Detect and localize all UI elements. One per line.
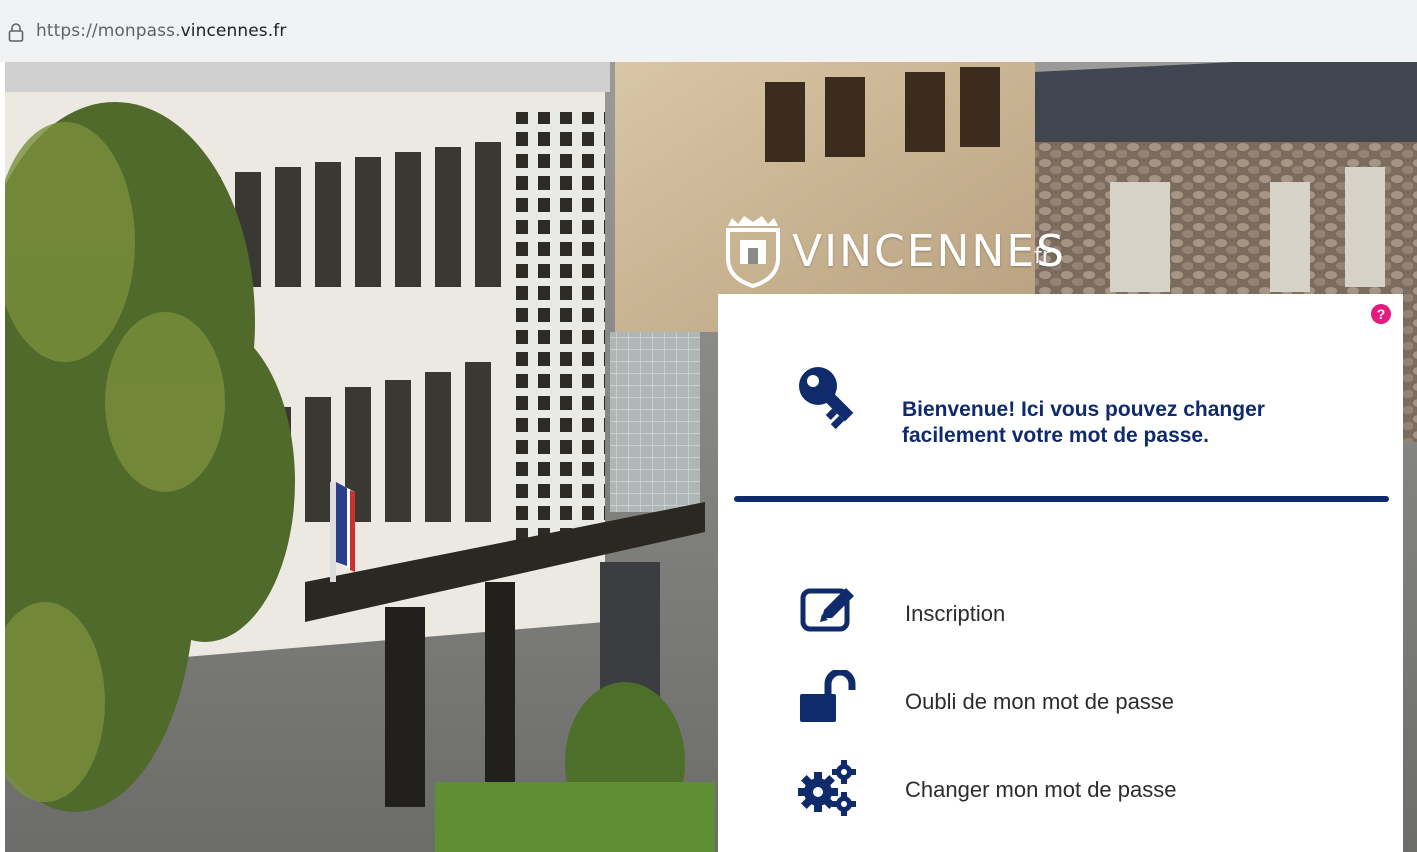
- menu-item-label: Oubli de mon mot de passe: [905, 689, 1175, 714]
- address-bar[interactable]: https://monpass.vincennes.fr: [0, 0, 1417, 62]
- city-wordmark-suffix: fr: [1034, 244, 1051, 269]
- edit-icon: [800, 588, 854, 632]
- city-logo: VINCENNES fr: [722, 208, 1082, 288]
- menu-item-label: Inscription: [905, 601, 1006, 626]
- gears-icon: [798, 760, 856, 816]
- city-crest-icon: [726, 216, 780, 288]
- lock-icon: [8, 23, 24, 42]
- menu-item-label: Changer mon mot de passe: [905, 777, 1177, 802]
- section-divider: [734, 496, 1389, 502]
- city-wordmark: VINCENNES: [792, 226, 1067, 277]
- url-host: vincennes.fr: [180, 21, 287, 41]
- menu-item-change-password[interactable]: Changer mon mot de passe: [798, 758, 1358, 818]
- menu-item-forgot-password[interactable]: Oubli de mon mot de passe: [798, 670, 1358, 730]
- key-icon: [799, 367, 854, 430]
- url-text[interactable]: https://monpass.vincennes.fr: [36, 21, 286, 41]
- menu-item-inscription[interactable]: Inscription: [798, 582, 1358, 642]
- password-portal-panel: ? Bienvenue! Ici vous pouvez changer fac…: [718, 294, 1403, 852]
- welcome-message: Bienvenue! Ici vous pouvez changer facil…: [902, 398, 1265, 447]
- unlock-icon: [800, 670, 856, 722]
- url-prefix: https://monpass.: [36, 21, 181, 41]
- help-icon[interactable]: ?: [1371, 304, 1391, 324]
